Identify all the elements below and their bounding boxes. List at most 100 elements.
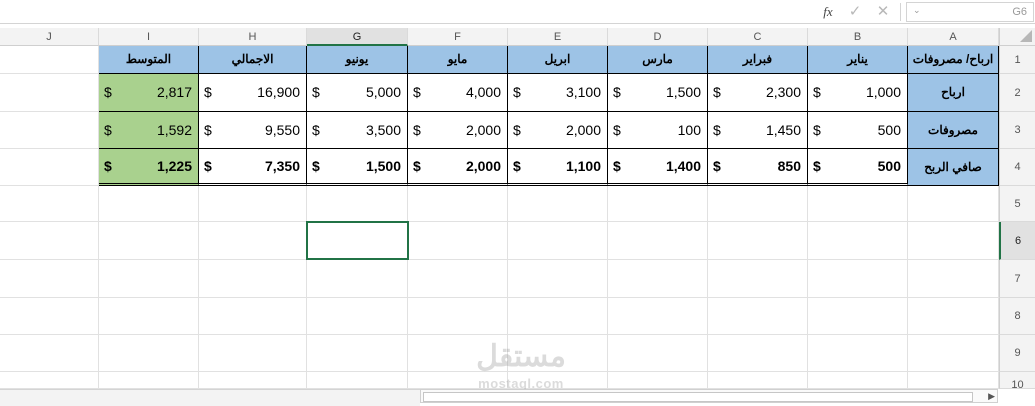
row-header-1[interactable]: 1 bbox=[999, 46, 1035, 74]
cell-e3[interactable]: $2,000 bbox=[508, 112, 608, 149]
cell-g7[interactable] bbox=[307, 260, 408, 298]
cell-b3[interactable]: $500 bbox=[808, 112, 908, 149]
column-header-i[interactable]: I bbox=[99, 28, 199, 46]
cell-b8[interactable] bbox=[808, 298, 908, 335]
row-header-8[interactable]: 8 bbox=[999, 298, 1035, 335]
cell-i4-average[interactable]: $1,225 bbox=[99, 149, 199, 186]
cell-b9[interactable] bbox=[808, 335, 908, 372]
cell-c10[interactable] bbox=[708, 372, 808, 389]
cell-b7[interactable] bbox=[808, 260, 908, 298]
cell-c3[interactable]: $1,450 bbox=[708, 112, 808, 149]
cell-a5[interactable] bbox=[908, 186, 999, 222]
cell-i3-average[interactable]: $1,592 bbox=[99, 112, 199, 149]
cell-e8[interactable] bbox=[508, 298, 608, 335]
column-header-b[interactable]: B bbox=[808, 28, 908, 46]
column-header-h[interactable]: H bbox=[199, 28, 307, 46]
cell-g1-june[interactable]: يونيو bbox=[307, 46, 408, 74]
cell-d3[interactable]: $100 bbox=[608, 112, 708, 149]
cell-c2[interactable]: $2,300 bbox=[708, 74, 808, 112]
cell-a8[interactable] bbox=[908, 298, 999, 335]
cell-c4[interactable]: $850 bbox=[708, 149, 808, 186]
column-header-f[interactable]: F bbox=[408, 28, 508, 46]
cell-i7[interactable] bbox=[99, 260, 199, 298]
cell-b5[interactable] bbox=[808, 186, 908, 222]
cell-h5[interactable] bbox=[199, 186, 307, 222]
cell-b2[interactable]: $1,000 bbox=[808, 74, 908, 112]
cell-a9[interactable] bbox=[908, 335, 999, 372]
scroll-right-arrow-icon[interactable]: ▶ bbox=[988, 390, 995, 402]
cell-i5[interactable] bbox=[99, 186, 199, 222]
cell-i9[interactable] bbox=[99, 335, 199, 372]
cell-a1-label-header[interactable]: ارباح/ مصروفات bbox=[908, 46, 999, 74]
row-header-9[interactable]: 9 bbox=[999, 335, 1035, 372]
chevron-down-icon[interactable]: ⌄ bbox=[913, 5, 921, 16]
cell-d2[interactable]: $1,500 bbox=[608, 74, 708, 112]
cell-j5[interactable] bbox=[0, 186, 99, 222]
cell-e5[interactable] bbox=[508, 186, 608, 222]
cell-f5[interactable] bbox=[408, 186, 508, 222]
cell-e7[interactable] bbox=[508, 260, 608, 298]
cell-i8[interactable] bbox=[99, 298, 199, 335]
cell-e6[interactable] bbox=[508, 222, 608, 260]
row-header-5[interactable]: 5 bbox=[999, 186, 1035, 222]
active-cell-selection[interactable] bbox=[306, 221, 409, 260]
cell-f3[interactable]: $2,000 bbox=[408, 112, 508, 149]
cell-c7[interactable] bbox=[708, 260, 808, 298]
cell-j3[interactable] bbox=[0, 112, 99, 149]
enter-check-icon[interactable]: ✓ bbox=[842, 2, 868, 22]
cell-f2[interactable]: $4,000 bbox=[408, 74, 508, 112]
cell-f7[interactable] bbox=[408, 260, 508, 298]
cell-f1-may[interactable]: مايو bbox=[408, 46, 508, 74]
column-header-j[interactable]: J bbox=[0, 28, 99, 46]
cancel-x-icon[interactable]: ✕ bbox=[870, 2, 896, 22]
cell-j9[interactable] bbox=[0, 335, 99, 372]
cell-h3-total[interactable]: $9,550 bbox=[199, 112, 307, 149]
cell-h2-total[interactable]: $16,900 bbox=[199, 74, 307, 112]
cell-j8[interactable] bbox=[0, 298, 99, 335]
cell-a4-net-profit-label[interactable]: صافي الربح bbox=[908, 149, 999, 186]
cell-j6[interactable] bbox=[0, 222, 99, 260]
cell-g5[interactable] bbox=[307, 186, 408, 222]
select-all-corner[interactable] bbox=[999, 28, 1035, 46]
cell-g10[interactable] bbox=[307, 372, 408, 389]
cell-g3[interactable]: $3,500 bbox=[307, 112, 408, 149]
cell-a3-expenses-label[interactable]: مصروفات bbox=[908, 112, 999, 149]
cell-c6[interactable] bbox=[708, 222, 808, 260]
cell-d1-march[interactable]: مارس bbox=[608, 46, 708, 74]
cell-a10[interactable] bbox=[908, 372, 999, 389]
column-header-e[interactable]: E bbox=[508, 28, 608, 46]
row-header-3[interactable]: 3 bbox=[999, 112, 1035, 149]
cell-j1[interactable] bbox=[0, 46, 99, 74]
row-header-6[interactable]: 6 bbox=[999, 222, 1035, 260]
cell-i6[interactable] bbox=[99, 222, 199, 260]
scrollbar-thumb[interactable] bbox=[423, 392, 973, 402]
column-header-g[interactable]: G bbox=[307, 28, 408, 46]
row-header-4[interactable]: 4 bbox=[999, 149, 1035, 186]
name-box[interactable]: ⌄ G6 bbox=[906, 2, 1034, 22]
cell-h8[interactable] bbox=[199, 298, 307, 335]
cell-e1-april[interactable]: ابريل bbox=[508, 46, 608, 74]
cell-a6[interactable] bbox=[908, 222, 999, 260]
column-header-a[interactable]: A bbox=[908, 28, 999, 46]
column-header-c[interactable]: C bbox=[708, 28, 808, 46]
cell-a2-profits-label[interactable]: ارباح bbox=[908, 74, 999, 112]
cell-c1-february[interactable]: فبراير bbox=[708, 46, 808, 74]
cell-b6[interactable] bbox=[808, 222, 908, 260]
cell-e4[interactable]: $1,100 bbox=[508, 149, 608, 186]
cell-c5[interactable] bbox=[708, 186, 808, 222]
cell-d9[interactable] bbox=[608, 335, 708, 372]
row-header-2[interactable]: 2 bbox=[999, 74, 1035, 112]
cell-j4[interactable] bbox=[0, 149, 99, 186]
cell-j10[interactable] bbox=[0, 372, 99, 389]
cell-h7[interactable] bbox=[199, 260, 307, 298]
cell-b4[interactable]: $500 bbox=[808, 149, 908, 186]
cell-d6[interactable] bbox=[608, 222, 708, 260]
cell-b1-january[interactable]: يناير bbox=[808, 46, 908, 74]
cell-d8[interactable] bbox=[608, 298, 708, 335]
cell-f4[interactable]: $2,000 bbox=[408, 149, 508, 186]
cell-g8[interactable] bbox=[307, 298, 408, 335]
column-header-d[interactable]: D bbox=[608, 28, 708, 46]
cell-j2[interactable] bbox=[0, 74, 99, 112]
cell-c9[interactable] bbox=[708, 335, 808, 372]
cell-d10[interactable] bbox=[608, 372, 708, 389]
